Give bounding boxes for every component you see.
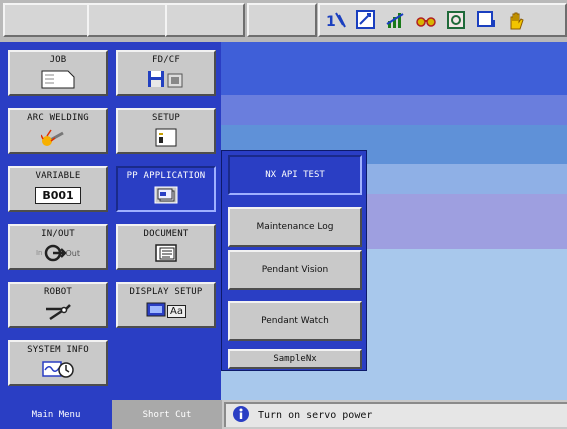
menu-display-setup-label: DISPLAY SETUP	[129, 287, 203, 297]
submenu-pendant-vision[interactable]: Pendant Vision	[228, 250, 362, 290]
tool-icon[interactable]	[444, 8, 468, 32]
arc-welding-icon	[41, 126, 75, 148]
menu-robot[interactable]: ROBOT	[8, 282, 108, 328]
display-setup-aa: Aa	[167, 304, 186, 318]
menu-system-info[interactable]: SYSTEM INFO	[8, 340, 108, 386]
menu-fd-cf-label: FD/CF	[151, 55, 181, 65]
menu-document-label: DOCUMENT	[143, 229, 189, 239]
in-out-out-label: Out	[65, 248, 81, 258]
menu-system-info-label: SYSTEM INFO	[27, 345, 89, 355]
menu-variable-label: VARIABLE	[35, 171, 81, 181]
bottom-bar: Main Menu Short Cut Turn on servo power	[0, 400, 567, 429]
in-out-in-label: In	[35, 249, 43, 257]
status-field-2	[87, 3, 167, 37]
system-info-icon	[41, 358, 75, 380]
submenu-samplenx[interactable]: SampleNx	[228, 349, 362, 369]
menu-arc-welding[interactable]: ARC WELDING	[8, 108, 108, 154]
pp-application-icon	[151, 184, 181, 206]
menu-in-out[interactable]: IN/OUT In Out	[8, 224, 108, 270]
menu-in-out-label: IN/OUT	[41, 229, 75, 239]
floppy-disk-icon	[146, 68, 186, 90]
setup-icon	[154, 126, 178, 148]
menu-robot-label: ROBOT	[43, 287, 73, 297]
main-menu-tab[interactable]: Main Menu	[0, 400, 112, 429]
status-field-4	[247, 3, 317, 37]
content-band-1	[221, 42, 567, 95]
info-icon	[232, 405, 250, 427]
glasses-icon[interactable]	[414, 8, 438, 32]
robot-arm-icon	[40, 300, 76, 322]
hand-icon[interactable]	[504, 8, 528, 32]
submenu-nx-api-test[interactable]: NX API TEST	[228, 155, 362, 195]
menu-arc-welding-label: ARC WELDING	[27, 113, 89, 123]
message-area: Turn on servo power	[224, 402, 567, 427]
display-setup-icon: Aa	[146, 300, 186, 322]
svg-text:1: 1	[326, 14, 336, 30]
status-icons: 1	[318, 3, 567, 37]
menu-display-setup[interactable]: DISPLAY SETUP Aa	[116, 282, 216, 328]
status-message: Turn on servo power	[258, 410, 373, 421]
menu-job[interactable]: JOB	[8, 50, 108, 96]
short-cut-tab[interactable]: Short Cut	[112, 400, 222, 429]
robot-coordinate-icon[interactable]: 1	[324, 8, 348, 32]
page-icon[interactable]	[474, 8, 498, 32]
variable-value: B001	[35, 186, 81, 204]
submenu-maintenance-log[interactable]: Maintenance Log	[228, 207, 362, 247]
submenu-pendant-watch[interactable]: Pendant Watch	[228, 301, 362, 341]
document-icon	[152, 242, 180, 264]
in-out-icon: In Out	[28, 242, 88, 264]
content-band-2	[221, 95, 567, 125]
menu-setup[interactable]: SETUP	[116, 108, 216, 154]
variable-icon: B001	[35, 184, 81, 206]
status-field-1	[3, 3, 89, 37]
pp-application-submenu: NX API TEST Maintenance Log Pendant Visi…	[221, 150, 367, 371]
menu-pp-application-label: PP APPLICATION	[126, 171, 206, 181]
variable-edit-icon[interactable]	[354, 8, 378, 32]
main-menu-panel: JOB FD/CF ARC WELDING SETUP VARIABLE B00…	[0, 42, 221, 400]
menu-job-label: JOB	[49, 55, 67, 65]
menu-fd-cf[interactable]: FD/CF	[116, 50, 216, 96]
menu-variable[interactable]: VARIABLE B001	[8, 166, 108, 212]
chart-icon[interactable]	[384, 8, 408, 32]
status-bar: 1	[0, 0, 567, 42]
status-field-3	[165, 3, 245, 37]
job-document-icon	[40, 68, 76, 90]
menu-pp-application[interactable]: PP APPLICATION	[116, 166, 216, 212]
menu-setup-label: SETUP	[151, 113, 181, 123]
menu-document[interactable]: DOCUMENT	[116, 224, 216, 270]
